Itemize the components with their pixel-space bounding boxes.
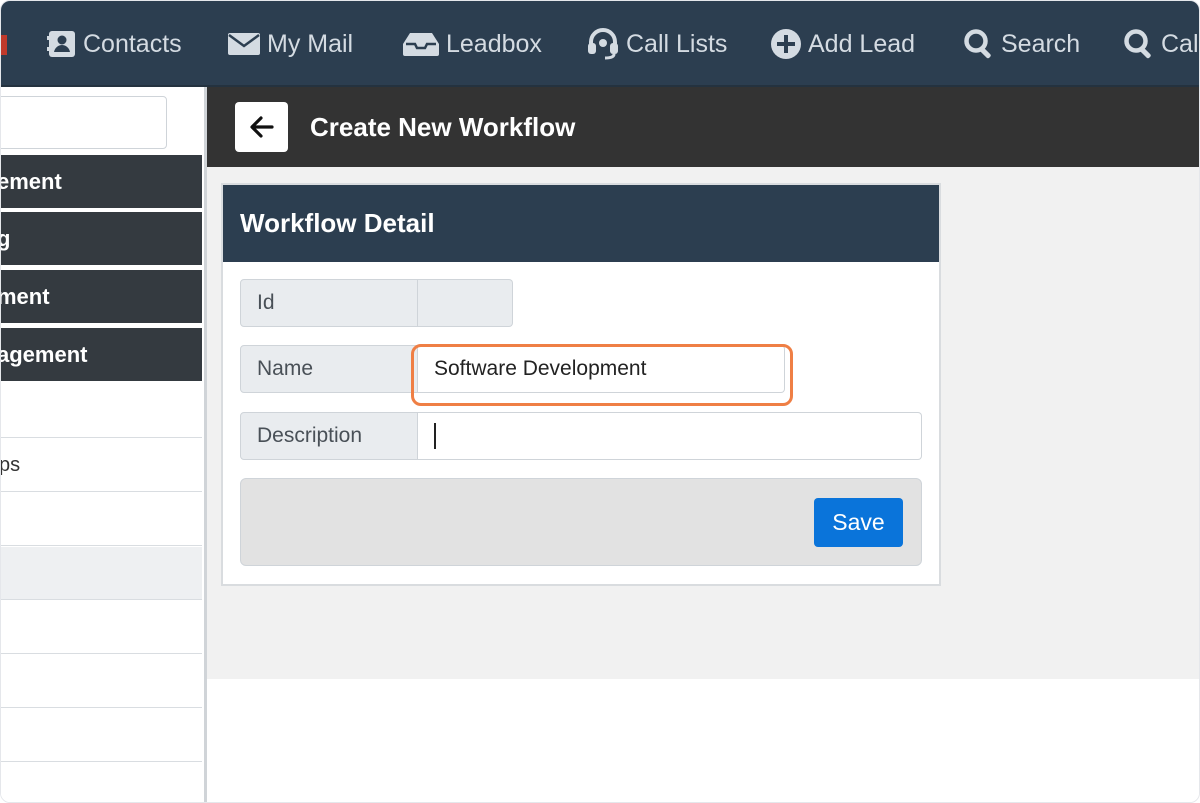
sidebar-item-label: g	[1, 226, 10, 252]
nav-search[interactable]: Search	[963, 1, 1081, 85]
search-icon	[1123, 28, 1155, 60]
sidebar-item-label: agement	[1, 341, 88, 367]
sidebar-item-active[interactable]	[1, 547, 202, 600]
save-button[interactable]: Save	[814, 498, 903, 547]
sidebar-item-agement[interactable]: agement	[1, 328, 202, 383]
nav-call-lists[interactable]: Call Lists	[586, 1, 728, 85]
sidebar-item[interactable]	[1, 763, 202, 802]
sidebar-item-ment[interactable]: ment	[1, 270, 202, 325]
description-input[interactable]	[418, 412, 922, 460]
top-navigation: Contacts My Mail Leadbox Call Lists Add	[1, 1, 1199, 87]
sidebar-item-groups[interactable]: ps	[1, 439, 202, 492]
sidebar-item-label: ment	[1, 283, 50, 309]
sidebar-item[interactable]	[1, 601, 202, 654]
headset-icon	[586, 28, 620, 60]
nav-label: My Mail	[267, 29, 354, 58]
arrow-left-icon	[249, 116, 274, 138]
mail-icon	[227, 31, 261, 57]
app-window: Contacts My Mail Leadbox Call Lists Add	[0, 0, 1200, 803]
main-content: Create New Workflow Workflow Detail Id N…	[207, 87, 1199, 802]
nav-add-lead[interactable]: Add Lead	[770, 1, 916, 85]
nav-leadbox[interactable]: Leadbox	[402, 1, 542, 85]
nav-label: Call Lists	[626, 29, 728, 58]
id-label: Id	[240, 279, 418, 327]
nav-label: Add Lead	[808, 29, 916, 58]
sidebar: ement g ment agement ps	[1, 87, 207, 802]
id-row: Id	[240, 279, 513, 327]
name-row: Name Software Development	[240, 345, 785, 393]
form-actions: Save	[240, 478, 922, 566]
page-title: Create New Workflow	[310, 111, 576, 142]
nav-label: Contacts	[83, 29, 182, 58]
nav-label: Leadbox	[446, 29, 542, 58]
sidebar-item[interactable]	[1, 385, 202, 438]
name-input[interactable]: Software Development	[418, 345, 785, 393]
nav-label: Cal	[1161, 29, 1199, 58]
inbox-icon	[402, 31, 440, 57]
sidebar-search-input[interactable]	[1, 96, 167, 149]
nav-contacts[interactable]: Contacts	[47, 1, 182, 85]
sidebar-item[interactable]	[1, 493, 202, 546]
nav-label: Search	[1001, 29, 1081, 58]
nav-my-mail[interactable]: My Mail	[227, 1, 354, 85]
sidebar-item[interactable]	[1, 709, 202, 762]
nav-cal-search[interactable]: Cal	[1123, 1, 1199, 85]
text-cursor	[434, 423, 436, 449]
sidebar-item[interactable]	[1, 655, 202, 708]
workflow-detail-card: Workflow Detail Id Name Software Develop…	[221, 183, 941, 586]
sidebar-item-label: ps	[1, 453, 21, 476]
sidebar-item-g[interactable]: g	[1, 212, 202, 267]
plus-circle-icon	[770, 28, 802, 60]
back-button[interactable]	[235, 102, 288, 152]
contacts-icon	[47, 29, 77, 59]
search-icon	[963, 28, 995, 60]
description-row: Description	[240, 412, 922, 460]
id-field	[418, 279, 513, 327]
sidebar-item-label: ement	[1, 168, 62, 194]
page-header: Create New Workflow	[207, 87, 1199, 167]
nav-edge-marker	[1, 35, 7, 55]
sidebar-item-management[interactable]: ement	[1, 155, 202, 210]
name-label: Name	[240, 345, 418, 393]
description-label: Description	[240, 412, 418, 460]
card-title: Workflow Detail	[223, 185, 939, 262]
